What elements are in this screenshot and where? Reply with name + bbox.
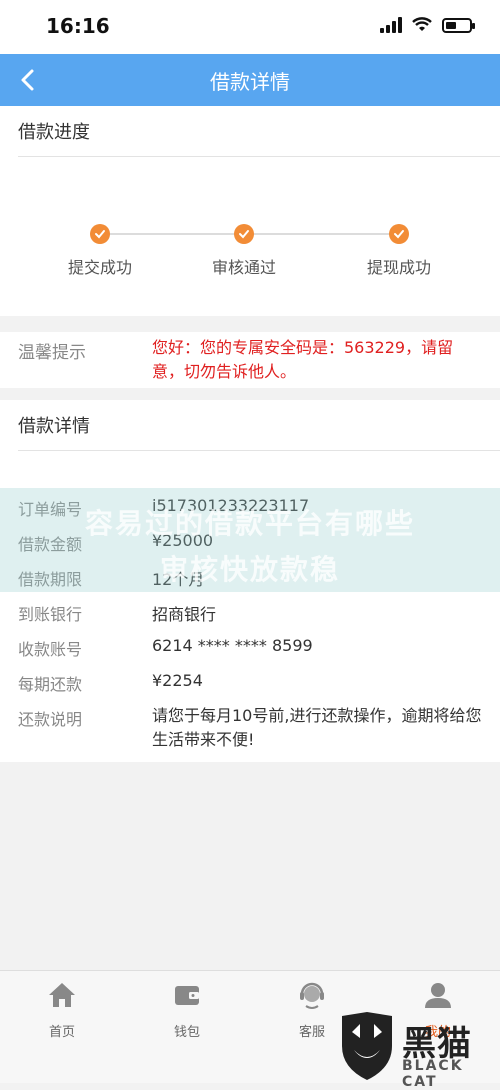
nav-bar: 借款详情 bbox=[0, 54, 500, 106]
tab-home[interactable]: 首页 bbox=[22, 979, 102, 1049]
status-bar: 16:16 bbox=[0, 0, 500, 54]
step-label-approved: 审核通过 bbox=[211, 258, 276, 277]
tip-text: 您好：您的专属安全码是：563229，请留意，切勿告诉他人。 bbox=[152, 338, 454, 381]
home-icon bbox=[49, 983, 75, 1007]
divider bbox=[18, 156, 500, 157]
detail-row-bank: 到账银行 招商银行 bbox=[0, 595, 500, 629]
details-header: 借款详情 bbox=[0, 400, 500, 450]
tip-label: 温馨提示 bbox=[18, 343, 86, 363]
tab-label: 首页 bbox=[48, 1025, 75, 1040]
tip-card: 温馨提示 您好：您的专属安全码是：563229，请留意，切勿告诉他人。 bbox=[0, 332, 500, 388]
detail-value: ¥2254 bbox=[152, 671, 203, 690]
logo-subtext: BLACK CAT bbox=[402, 1058, 464, 1090]
detail-value: 6214 **** **** 8599 bbox=[152, 636, 313, 655]
progress-card: 借款进度 提交成功 审核通过 提现成功 bbox=[0, 106, 500, 316]
status-icons bbox=[380, 17, 475, 33]
detail-key: 到账银行 bbox=[18, 605, 83, 624]
step-label-withdrawn: 提现成功 bbox=[366, 258, 431, 277]
detail-row-installment: 每期还款 ¥2254 bbox=[0, 665, 500, 699]
detail-key: 每期还款 bbox=[18, 675, 83, 694]
detail-row-account: 收款账号 6214 **** **** 8599 bbox=[0, 630, 500, 664]
step-check-icon bbox=[90, 224, 110, 244]
step-label-submitted: 提交成功 bbox=[67, 258, 132, 277]
wifi-icon bbox=[412, 17, 432, 31]
watermark-line-1: 容易过的借款平台有哪些 bbox=[84, 507, 415, 540]
tab-label: 钱包 bbox=[173, 1025, 200, 1040]
detail-row-repay-note: 还款说明 请您于每月10号前,进行还款操作，逾期将给您生活带来不便! bbox=[0, 700, 500, 760]
signal-icon bbox=[380, 17, 402, 33]
user-icon bbox=[425, 983, 451, 1008]
progress-title: 借款进度 bbox=[18, 122, 90, 143]
wallet-icon bbox=[175, 986, 199, 1005]
detail-key: 收款账号 bbox=[18, 640, 83, 659]
divider bbox=[18, 450, 500, 451]
step-check-icon bbox=[389, 224, 409, 244]
status-time: 16:16 bbox=[46, 14, 110, 38]
battery-icon bbox=[442, 17, 475, 33]
detail-value: 请您于每月10号前,进行还款操作，逾期将给您生活带来不便! bbox=[152, 706, 482, 749]
page-title: 借款详情 bbox=[210, 70, 290, 94]
progress-header: 借款进度 bbox=[0, 106, 500, 156]
customer-service-icon bbox=[300, 982, 324, 1009]
details-title: 借款详情 bbox=[18, 416, 90, 437]
detail-key: 还款说明 bbox=[18, 710, 83, 729]
detail-value: 招商银行 bbox=[152, 605, 217, 624]
step-check-icon bbox=[234, 224, 254, 244]
black-cat-logo: 黑猫 BLACK CAT bbox=[336, 1010, 496, 1090]
watermark-line-2: 审核快放款稳 bbox=[159, 553, 340, 586]
tab-wallet[interactable]: 钱包 bbox=[147, 979, 227, 1049]
cat-shield-icon bbox=[342, 1012, 392, 1080]
